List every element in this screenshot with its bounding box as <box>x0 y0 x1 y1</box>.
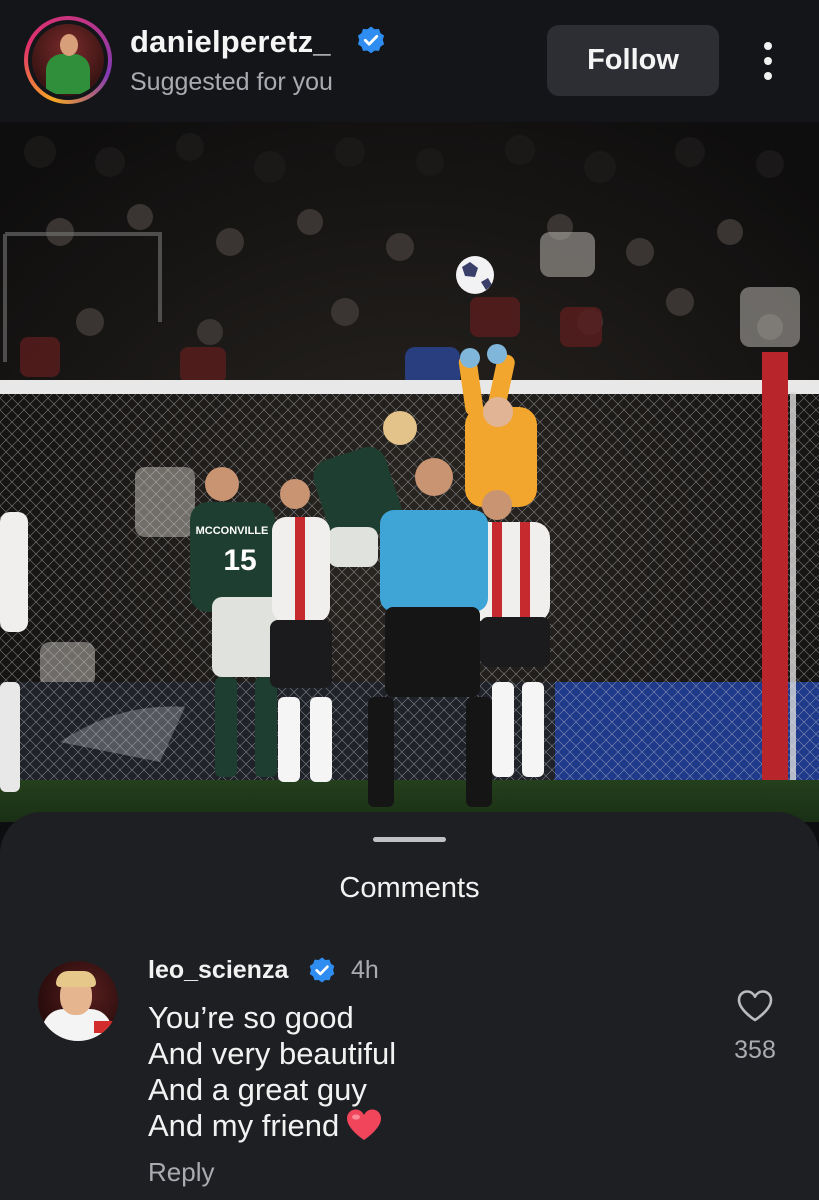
sheet-drag-handle[interactable] <box>373 837 446 842</box>
heart-outline-icon[interactable] <box>736 989 774 1023</box>
commenter-avatar[interactable] <box>38 961 118 1041</box>
comment-line-last: And my friend <box>148 1108 668 1144</box>
comment-line: You’re so good <box>148 1000 354 1035</box>
like-count: 358 <box>734 1036 776 1064</box>
post-username[interactable]: danielperetz_ <box>130 24 331 60</box>
comment-line: And my friend <box>148 1108 340 1143</box>
comment-username[interactable]: leo_scienza <box>148 956 288 985</box>
verified-badge-icon <box>309 957 335 983</box>
comment-timestamp: 4h <box>351 956 379 984</box>
reply-button[interactable]: Reply <box>148 1157 214 1188</box>
more-vertical-icon[interactable] <box>758 40 778 82</box>
avatar-photo <box>32 24 104 96</box>
comments-title: Comments <box>339 872 480 904</box>
post-photo[interactable]: MCCONVILLE 15 <box>0 122 819 822</box>
svg-text:MCCONVILLE: MCCONVILLE <box>196 525 269 537</box>
svg-text:15: 15 <box>223 544 256 577</box>
follow-button[interactable]: Follow <box>547 25 719 96</box>
verified-badge-icon <box>357 26 385 54</box>
story-avatar[interactable] <box>24 16 112 104</box>
red-heart-emoji-icon <box>347 1109 382 1140</box>
comment-line: And a great guy <box>148 1072 367 1107</box>
comment-text: You’re so good And very beautiful And a … <box>148 1000 668 1144</box>
suggested-label: Suggested for you <box>130 68 333 96</box>
post-header: danielperetz_ Suggested for you Follow <box>0 0 819 122</box>
instagram-post-screen: danielperetz_ Suggested for you Follow M… <box>0 0 819 1200</box>
comment-line: And very beautiful <box>148 1036 397 1071</box>
